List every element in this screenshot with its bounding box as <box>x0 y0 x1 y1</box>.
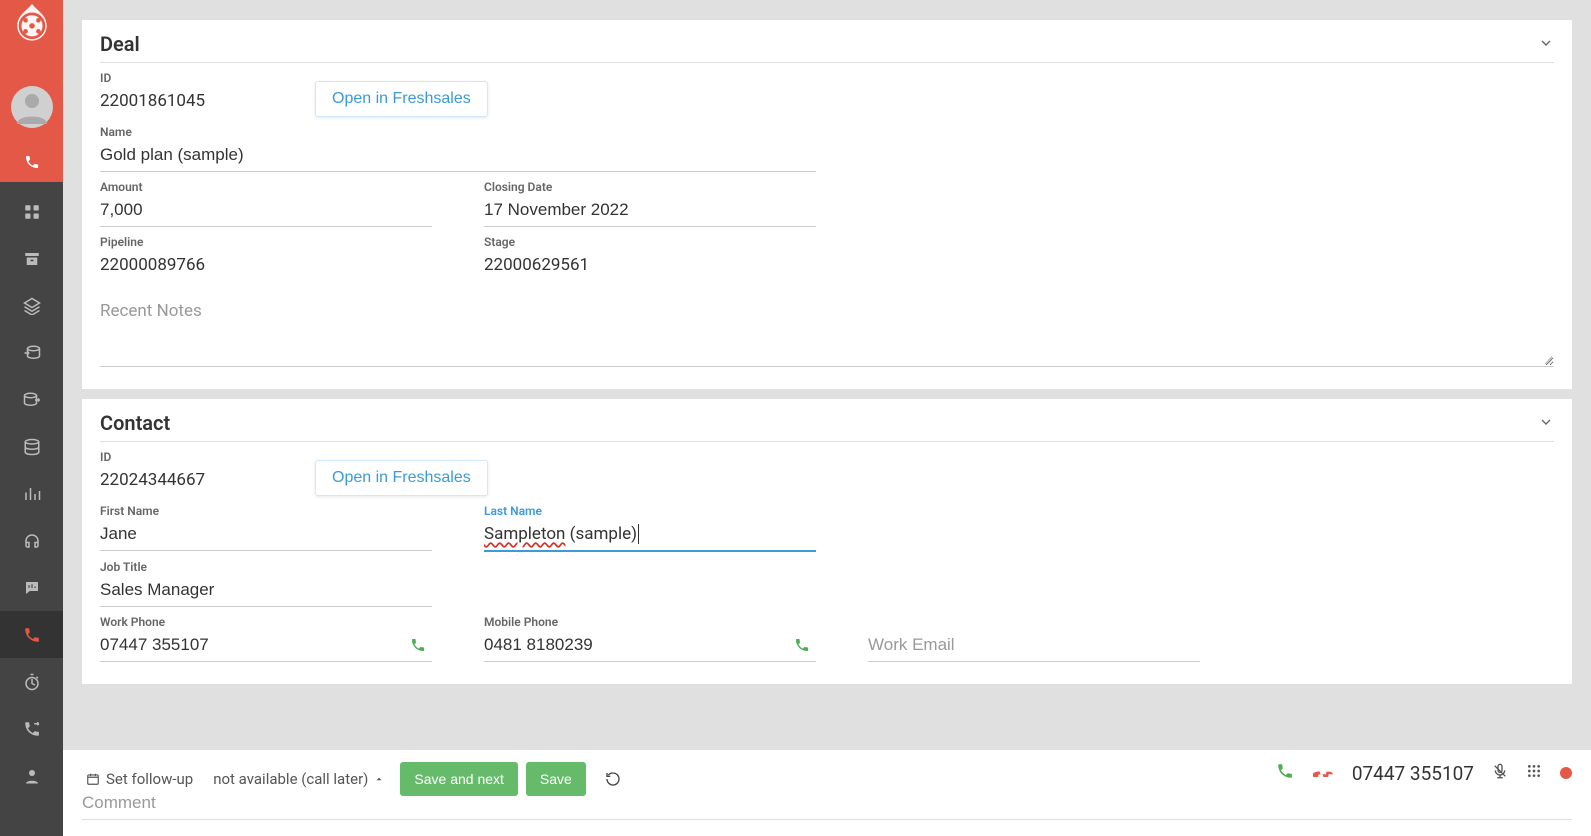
dialpad-button[interactable] <box>1526 763 1542 783</box>
work-phone-input[interactable] <box>100 631 432 662</box>
sidebar-item-dialer[interactable] <box>0 611 63 658</box>
sidebar-phone-top[interactable] <box>0 142 63 182</box>
call-mobile-phone-icon[interactable] <box>794 637 810 657</box>
deal-amount-input[interactable] <box>100 196 432 227</box>
sidebar-item-db-in[interactable] <box>0 329 63 376</box>
open-freshsales-contact-button[interactable]: Open in Freshsales <box>315 460 488 496</box>
open-freshsales-deal-button[interactable]: Open in Freshsales <box>315 81 488 117</box>
work-phone-label: Work Phone <box>100 615 432 629</box>
bar-chart-icon <box>23 485 41 503</box>
content-scroll[interactable]: Deal Open in Freshsales ID 22001861045 N… <box>63 0 1591 750</box>
deal-stage-value: 22000629561 <box>484 251 816 281</box>
sidebar-item-layers[interactable] <box>0 282 63 329</box>
contact-id-value: 22024344667 <box>100 466 300 496</box>
headphones-icon <box>23 532 41 550</box>
brand-block <box>0 0 63 142</box>
sidebar-item-analytics[interactable] <box>0 470 63 517</box>
chevron-down-icon[interactable] <box>1538 411 1554 435</box>
mobile-phone-label: Mobile Phone <box>484 615 816 629</box>
last-name-suffix: (sample) <box>565 524 637 544</box>
contact-panel: Contact Open in Freshsales ID 2202434466… <box>82 399 1572 684</box>
sidebar-item-support[interactable] <box>0 517 63 564</box>
deal-panel-title: Deal <box>100 32 140 56</box>
sidebar-nav <box>0 182 63 799</box>
sidebar-item-chat[interactable] <box>0 564 63 611</box>
comment-row <box>82 789 1572 820</box>
bottom-bar: Set follow-up not available (call later)… <box>63 750 1591 836</box>
deal-notes-textarea[interactable]: Recent Notes <box>100 301 1554 367</box>
database-icon <box>23 438 41 456</box>
sidebar-item-dashboard[interactable] <box>0 188 63 235</box>
last-name-main: Sampleton <box>484 524 565 544</box>
mute-button[interactable] <box>1492 763 1508 783</box>
last-name-input[interactable]: Sampleton (sample)​ <box>484 520 816 552</box>
work-email-input[interactable] <box>868 631 1200 662</box>
call-answer-button[interactable] <box>1276 762 1294 784</box>
deal-id-label: ID <box>100 71 300 85</box>
contact-id-label: ID <box>100 450 300 464</box>
bottom-phone-number: 07447 355107 <box>1352 762 1474 785</box>
user-icon <box>23 767 41 785</box>
last-name-label: Last Name <box>484 504 816 518</box>
brand-logo-icon <box>10 2 54 46</box>
deal-name-label: Name <box>100 125 816 139</box>
deal-panel: Deal Open in Freshsales ID 22001861045 N… <box>82 20 1572 389</box>
sidebar-item-db-out[interactable] <box>0 376 63 423</box>
mobile-phone-input[interactable] <box>484 631 816 662</box>
left-sidebar <box>0 0 63 836</box>
db-out-icon <box>23 391 41 409</box>
chevron-down-icon[interactable] <box>1538 32 1554 56</box>
main-area: Deal Open in Freshsales ID 22001861045 N… <box>63 0 1591 836</box>
layers-icon <box>23 297 41 315</box>
calendar-icon <box>86 772 100 786</box>
call-work-phone-icon[interactable] <box>410 637 426 657</box>
record-dot-icon <box>1560 767 1572 779</box>
sidebar-item-profile[interactable] <box>0 752 63 799</box>
deal-closing-date-input[interactable] <box>484 196 816 227</box>
sidebar-item-timer[interactable] <box>0 658 63 705</box>
grid-icon <box>23 203 41 221</box>
deal-name-input[interactable] <box>100 141 816 172</box>
deal-notes-placeholder: Recent Notes <box>100 301 202 321</box>
deal-pipeline-label: Pipeline <box>100 235 432 249</box>
sidebar-item-archive[interactable] <box>0 235 63 282</box>
deal-closing-date-label: Closing Date <box>484 180 816 194</box>
first-name-label: First Name <box>100 504 432 518</box>
comment-input[interactable] <box>82 789 1572 819</box>
db-in-icon <box>23 344 41 362</box>
sidebar-item-database[interactable] <box>0 423 63 470</box>
first-name-input[interactable] <box>100 520 432 551</box>
call-forward-icon <box>23 720 41 738</box>
job-title-input[interactable] <box>100 576 432 607</box>
undo-icon <box>605 771 621 787</box>
deal-amount-label: Amount <box>100 180 432 194</box>
sidebar-item-call-forward[interactable] <box>0 705 63 752</box>
stopwatch-icon <box>23 673 41 691</box>
call-hangup-button[interactable] <box>1312 760 1334 786</box>
deal-pipeline-value: 22000089766 <box>100 251 432 281</box>
dialpad-icon <box>1526 763 1542 779</box>
availability-label: not available (call later) <box>213 770 368 788</box>
archive-icon <box>23 250 41 268</box>
deal-id-value: 22001861045 <box>100 87 300 117</box>
deal-stage-label: Stage <box>484 235 816 249</box>
caret-up-icon <box>374 774 384 784</box>
record-button[interactable] <box>1560 764 1572 783</box>
user-avatar[interactable] <box>11 86 53 128</box>
job-title-label: Job Title <box>100 560 432 574</box>
contact-panel-title: Contact <box>100 411 170 435</box>
phone-icon <box>24 154 40 170</box>
set-follow-up-label: Set follow-up <box>106 770 193 788</box>
chat-icon <box>23 579 41 597</box>
mic-off-icon <box>1492 763 1508 779</box>
phone-icon <box>23 626 41 644</box>
